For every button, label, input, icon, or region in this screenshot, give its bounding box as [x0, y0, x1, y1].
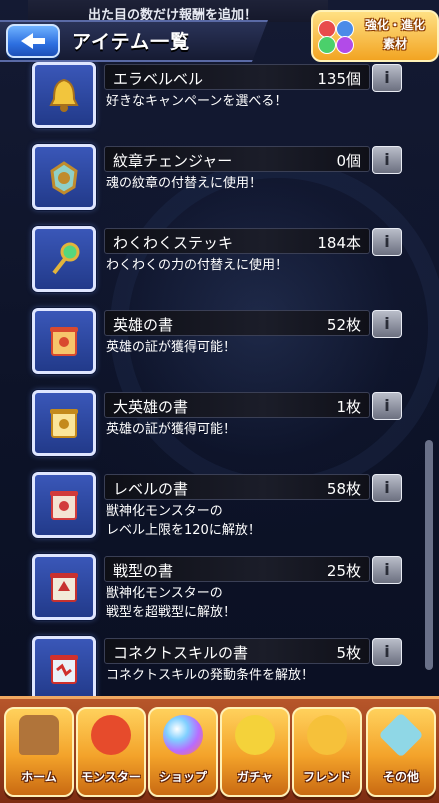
nav-label: その他 [382, 770, 419, 784]
list-item[interactable]: 大英雄の書 1枚 英雄の証が獲得可能！ i [0, 390, 439, 470]
list-item[interactable]: エラベルベル 135個 好きなキャンペーンを選べる！ i [0, 62, 439, 142]
item-count: 5枚 [336, 644, 361, 662]
other-icon [378, 712, 424, 758]
item-name-bar: わくわくステッキ 184本 [104, 228, 370, 254]
bottom-nav: ホーム モンスター ショップ ガチャ フレンド その他 [0, 696, 439, 803]
item-description: 獣神化モンスターの レベル上限を120に解放！ [106, 504, 261, 538]
info-button[interactable]: i [372, 146, 402, 174]
item-count: 184本 [317, 234, 361, 252]
item-name: 大英雄の書 [113, 398, 189, 416]
bell-icon [32, 62, 96, 128]
emblem-changer-icon [32, 144, 96, 210]
wand-icon [32, 226, 96, 292]
info-button[interactable]: i [372, 228, 402, 256]
item-name-bar: 大英雄の書 1枚 [104, 392, 370, 418]
item-count: 25枚 [326, 562, 361, 580]
evolve-materials-icon [316, 18, 356, 54]
info-button[interactable]: i [372, 310, 402, 338]
list-item[interactable]: 戦型の書 25枚 獣神化モンスターの 戦型を超戦型に解放！ i [0, 554, 439, 634]
item-name: 紋章チェンジャー [113, 152, 233, 170]
item-count: 0個 [336, 152, 361, 170]
item-description: コネクトスキルの発動条件を解放！ [106, 668, 315, 683]
item-description: 好きなキャンペーンを選べる！ [106, 94, 288, 109]
evolve-materials-label: 強化・進化 素材 [357, 16, 433, 54]
home-icon [19, 715, 59, 755]
connect-skill-scroll-icon [32, 636, 96, 702]
item-name-bar: 英雄の書 52枚 [104, 310, 370, 336]
nav-monster-button[interactable]: モンスター [76, 707, 146, 797]
info-button[interactable]: i [372, 638, 402, 666]
page-title: アイテム一覧 [72, 31, 191, 53]
item-description: 魂の紋章の付替えに使用！ [106, 176, 263, 191]
item-name-bar: エラベルベル 135個 [104, 64, 370, 90]
item-name: レベルの書 [113, 480, 189, 498]
nav-other-button[interactable]: その他 [366, 707, 436, 797]
hero-scroll-icon [32, 308, 96, 374]
nav-label: フレンド [302, 770, 351, 784]
item-description: わくわくの力の付替えに使用！ [106, 258, 289, 273]
list-item[interactable]: 英雄の書 52枚 英雄の証が獲得可能！ i [0, 308, 439, 388]
info-button[interactable]: i [372, 392, 402, 420]
item-description: 獣神化モンスターの 戦型を超戦型に解放！ [106, 586, 237, 620]
item-name: 戦型の書 [113, 562, 174, 580]
nav-gacha-button[interactable]: ガチャ [220, 707, 290, 797]
back-arrow-icon [21, 33, 45, 49]
item-name-bar: レベルの書 58枚 [104, 474, 370, 500]
nav-label: ホーム [21, 770, 57, 784]
friend-icon [307, 715, 347, 755]
back-button[interactable] [6, 24, 60, 58]
item-name-bar: 戦型の書 25枚 [104, 556, 370, 582]
info-button[interactable]: i [372, 64, 402, 92]
evolve-label-line2: 素材 [382, 37, 407, 51]
nav-label: ショップ [158, 770, 207, 784]
item-name: 英雄の書 [113, 316, 174, 334]
list-item[interactable]: わくわくステッキ 184本 わくわくの力の付替えに使用！ i [0, 226, 439, 306]
nav-friend-button[interactable]: フレンド [292, 707, 362, 797]
shop-orb-icon [163, 715, 203, 755]
partial-list-item: 出た目の数だけ報酬を追加！ [28, 0, 328, 23]
item-name: エラベルベル [113, 70, 204, 88]
item-name-bar: コネクトスキルの書 5枚 [104, 638, 370, 664]
nav-shop-button[interactable]: ショップ [148, 707, 218, 797]
item-count: 1枚 [336, 398, 361, 416]
evolve-materials-button[interactable]: 強化・進化 素材 [311, 10, 439, 62]
item-description: 英雄の証が獲得可能！ [106, 340, 237, 355]
monster-icon [91, 715, 131, 755]
great-hero-scroll-icon [32, 390, 96, 456]
item-count: 135個 [317, 70, 361, 88]
gacha-icon [235, 715, 275, 755]
scrollbar[interactable] [425, 440, 433, 670]
item-count: 58枚 [326, 480, 361, 498]
header: 出た目の数だけ報酬を追加！ アイテム一覧 強化・進化 素材 [0, 0, 439, 64]
list-item[interactable]: 紋章チェンジャー 0個 魂の紋章の付替えに使用！ i [0, 144, 439, 224]
nav-label: ガチャ [237, 770, 273, 784]
list-item[interactable]: レベルの書 58枚 獣神化モンスターの レベル上限を120に解放！ i [0, 472, 439, 552]
nav-home-button[interactable]: ホーム [4, 707, 74, 797]
item-name-bar: 紋章チェンジャー 0個 [104, 146, 370, 172]
info-button[interactable]: i [372, 556, 402, 584]
evolve-label-line1: 強化・進化 [364, 18, 425, 32]
item-name: わくわくステッキ [113, 234, 234, 252]
level-scroll-icon [32, 472, 96, 538]
item-description: 英雄の証が獲得可能！ [106, 422, 237, 437]
item-list[interactable]: エラベルベル 135個 好きなキャンペーンを選べる！ i 紋章チェンジャー 0個… [0, 60, 439, 702]
info-button[interactable]: i [372, 474, 402, 502]
nav-label: モンスター [81, 770, 141, 784]
battle-type-scroll-icon [32, 554, 96, 620]
item-name: コネクトスキルの書 [113, 644, 249, 662]
item-count: 52枚 [326, 316, 361, 334]
